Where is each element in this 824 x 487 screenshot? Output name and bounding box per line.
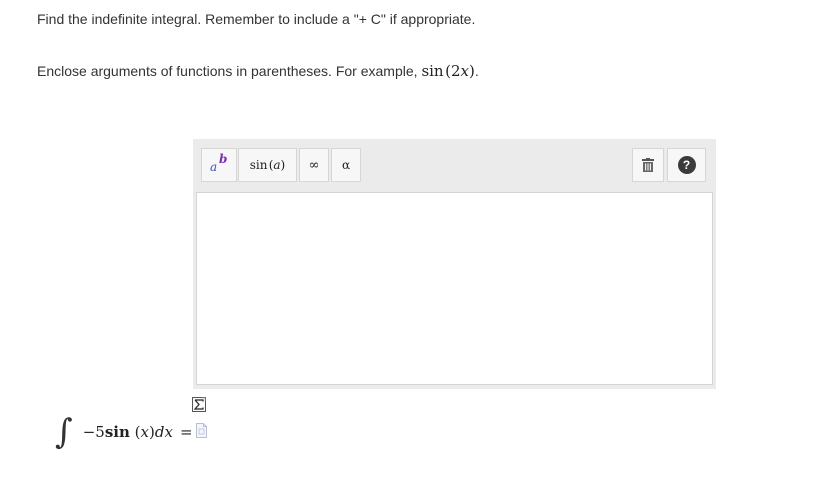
equals-sign: = bbox=[179, 423, 193, 441]
integral-sign: ∫ bbox=[55, 412, 73, 452]
arg-open: ( bbox=[129, 423, 141, 441]
differential-var: x bbox=[164, 423, 173, 441]
sin-arg-close: ) bbox=[280, 158, 286, 172]
sin-fn-label: sin bbox=[249, 158, 268, 172]
math-editor: a b sin (a) ∞ α ? bbox=[193, 139, 716, 389]
sin-function-button[interactable]: sin (a) bbox=[238, 148, 297, 182]
integrand: −5sin (x)dx bbox=[83, 423, 173, 441]
instruction-text: Find the indefinite integral. Remember t… bbox=[37, 11, 476, 27]
coefficient: −5 bbox=[82, 423, 105, 441]
example-math: sin (2x) bbox=[421, 62, 474, 80]
example-arg: (2 bbox=[445, 62, 461, 80]
page: Find the indefinite integral. Remember t… bbox=[0, 0, 824, 487]
clear-button[interactable] bbox=[632, 148, 664, 182]
infinity-button[interactable]: ∞ bbox=[299, 148, 329, 182]
function-name: sin bbox=[104, 423, 130, 441]
editor-toolbar: a b sin (a) ∞ α ? bbox=[193, 139, 716, 191]
power-exponent: b bbox=[219, 152, 228, 166]
instruction-prefix: Enclose arguments of functions in parent… bbox=[37, 63, 422, 79]
trash-icon bbox=[642, 157, 654, 172]
answer-placeholder-icon bbox=[196, 423, 207, 438]
power-base: a bbox=[210, 160, 218, 174]
example-fn: sin bbox=[421, 62, 444, 80]
answer-input[interactable] bbox=[196, 192, 713, 385]
help-button[interactable]: ? bbox=[667, 148, 706, 182]
example-var: x bbox=[460, 62, 469, 80]
power-button[interactable]: a b bbox=[201, 148, 237, 182]
sin-arg: a bbox=[273, 158, 281, 172]
help-icon: ? bbox=[677, 156, 696, 174]
instruction-example-text: Enclose arguments of functions in parent… bbox=[37, 62, 479, 80]
sigma-math-icon[interactable] bbox=[192, 397, 206, 412]
power-icon: a b bbox=[209, 152, 229, 176]
instruction-suffix: . bbox=[474, 63, 479, 79]
variable: x bbox=[140, 423, 149, 441]
infinity-icon: ∞ bbox=[308, 157, 320, 173]
greek-letters-button[interactable]: α bbox=[331, 148, 361, 182]
alpha-icon: α bbox=[341, 158, 351, 172]
integral-expression: ∫ −5sin (x)dx = bbox=[55, 410, 201, 454]
